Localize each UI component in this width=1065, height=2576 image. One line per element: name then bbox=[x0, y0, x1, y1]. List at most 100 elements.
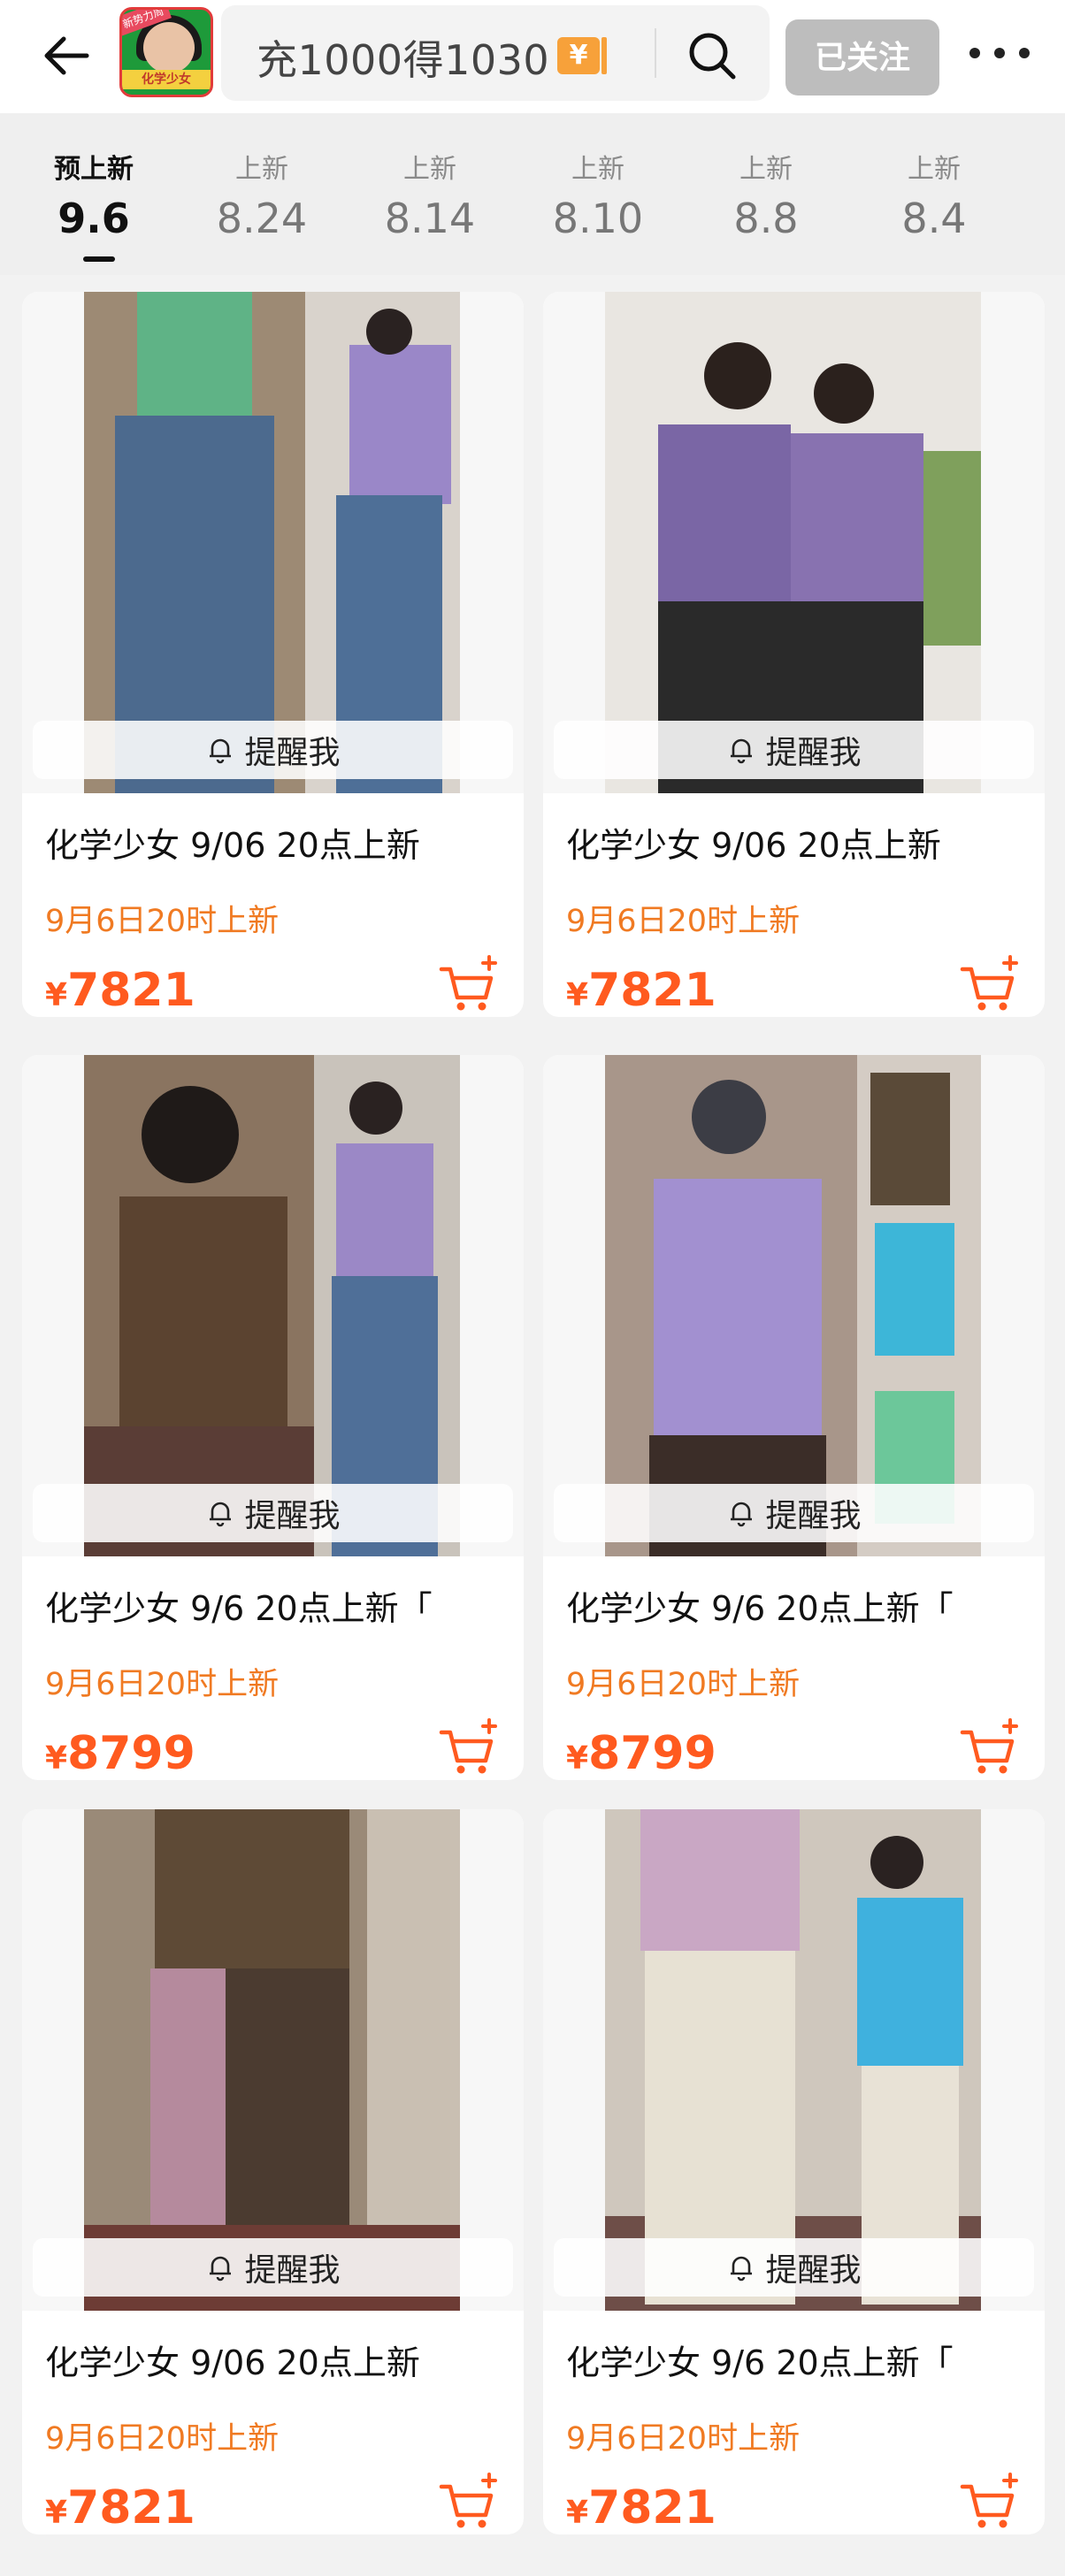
tab-date: 8.4 bbox=[901, 195, 967, 242]
currency-symbol: ¥ bbox=[566, 977, 589, 1013]
remind-me-button[interactable]: 提醒我 bbox=[554, 721, 1034, 779]
tab-8-14[interactable]: 上新 8.14 bbox=[346, 113, 514, 275]
tab-label: 上新 bbox=[235, 154, 288, 185]
shop-logo[interactable]: 新势力周 化学少女 bbox=[119, 7, 213, 97]
product-price: ¥7821 bbox=[566, 964, 716, 1017]
price-value: 8799 bbox=[67, 1727, 195, 1780]
product-title[interactable]: 化学少女 9/6 20点上新「 bbox=[45, 1581, 505, 1630]
remind-label: 提醒我 bbox=[244, 2252, 341, 2289]
product-image[interactable] bbox=[22, 292, 524, 793]
currency-symbol: ¥ bbox=[45, 1740, 68, 1777]
tab-date: 8.24 bbox=[216, 195, 308, 242]
add-to-cart-icon[interactable] bbox=[959, 2471, 1021, 2533]
product-image[interactable] bbox=[543, 1809, 1045, 2311]
currency-symbol: ¥ bbox=[45, 977, 68, 1013]
product-card[interactable]: 提醒我 化学少女 9/06 20点上新 9月6日20时上新 ¥7821 bbox=[22, 1809, 524, 2534]
tab-date: 9.6 bbox=[57, 195, 130, 242]
tab-label: 上新 bbox=[571, 154, 624, 185]
add-to-cart-icon[interactable] bbox=[438, 1716, 500, 1778]
launch-time: 9月6日20时上新 bbox=[45, 1667, 280, 1702]
add-to-cart-icon[interactable] bbox=[959, 1716, 1021, 1778]
bell-icon bbox=[210, 2256, 232, 2282]
top-bar: 新势力周 化学少女 充1000得1030 ¥ 已关注 bbox=[0, 0, 1065, 113]
product-photo bbox=[605, 1809, 981, 2311]
bell-icon bbox=[210, 738, 232, 764]
product-title[interactable]: 化学少女 9/06 20点上新 bbox=[45, 2335, 505, 2384]
product-image[interactable] bbox=[543, 1055, 1045, 1556]
search-text: 充1000得1030 bbox=[257, 36, 550, 84]
remind-me-button[interactable]: 提醒我 bbox=[33, 2238, 513, 2297]
active-tab-indicator bbox=[83, 256, 115, 262]
add-to-cart-icon[interactable] bbox=[438, 2471, 500, 2533]
product-title[interactable]: 化学少女 9/6 20点上新「 bbox=[566, 2335, 1026, 2384]
price-value: 8799 bbox=[588, 1727, 716, 1780]
remind-label: 提醒我 bbox=[244, 735, 341, 771]
back-button[interactable] bbox=[35, 27, 97, 85]
product-image[interactable] bbox=[22, 1809, 524, 2311]
tab-label: 预上新 bbox=[54, 154, 134, 185]
product-price: ¥8799 bbox=[566, 1727, 716, 1780]
more-dot-icon bbox=[1019, 48, 1030, 58]
product-image[interactable] bbox=[543, 292, 1045, 793]
search-icon[interactable] bbox=[686, 29, 739, 82]
date-tabs: 预上新 9.6 上新 8.24 上新 8.14 上新 8.10 上新 8.8 上… bbox=[0, 113, 1065, 275]
add-to-cart-icon[interactable] bbox=[959, 953, 1021, 1015]
product-title[interactable]: 化学少女 9/6 20点上新「 bbox=[566, 1581, 1026, 1630]
product-photo bbox=[605, 292, 981, 793]
launch-time: 9月6日20时上新 bbox=[45, 2421, 280, 2457]
tab-date: 8.14 bbox=[384, 195, 476, 242]
bell-icon bbox=[210, 1502, 232, 1527]
remind-me-button[interactable]: 提醒我 bbox=[554, 1484, 1034, 1542]
currency-symbol: ¥ bbox=[566, 1740, 589, 1777]
more-button[interactable] bbox=[964, 35, 1035, 71]
price-value: 7821 bbox=[67, 2481, 195, 2534]
launch-time: 9月6日20时上新 bbox=[45, 904, 280, 939]
currency-symbol: ¥ bbox=[566, 2495, 589, 2531]
product-card[interactable]: 提醒我 化学少女 9/6 20点上新「 9月6日20时上新 ¥8799 bbox=[22, 1055, 524, 1780]
more-dot-icon bbox=[969, 48, 980, 58]
product-card[interactable]: 提醒我 化学少女 9/06 20点上新 9月6日20时上新 ¥7821 bbox=[22, 292, 524, 1017]
price-value: 7821 bbox=[588, 2481, 716, 2534]
product-title[interactable]: 化学少女 9/06 20点上新 bbox=[566, 818, 1026, 867]
bell-icon bbox=[731, 1502, 753, 1527]
tab-label: 上新 bbox=[739, 154, 793, 185]
product-image[interactable] bbox=[22, 1055, 524, 1556]
launch-time: 9月6日20时上新 bbox=[566, 2421, 801, 2457]
bell-icon bbox=[731, 738, 753, 764]
product-photo bbox=[84, 292, 460, 793]
follow-button[interactable]: 已关注 bbox=[785, 19, 939, 96]
remind-me-button[interactable]: 提醒我 bbox=[33, 1484, 513, 1542]
tab-8-10[interactable]: 上新 8.10 bbox=[514, 113, 682, 275]
product-title[interactable]: 化学少女 9/06 20点上新 bbox=[45, 818, 505, 867]
product-card[interactable]: 提醒我 化学少女 9/06 20点上新 9月6日20时上新 ¥7821 bbox=[543, 292, 1045, 1017]
remind-label: 提醒我 bbox=[765, 1498, 862, 1534]
add-to-cart-icon[interactable] bbox=[438, 953, 500, 1015]
bell-icon bbox=[731, 2256, 753, 2282]
price-value: 7821 bbox=[67, 964, 195, 1017]
launch-time: 9月6日20时上新 bbox=[566, 904, 801, 939]
tab-8-8[interactable]: 上新 8.8 bbox=[682, 113, 850, 275]
yen-badge-icon: ¥ bbox=[557, 37, 607, 74]
remind-label: 提醒我 bbox=[244, 1498, 341, 1534]
product-price: ¥7821 bbox=[45, 964, 195, 1017]
tab-label: 上新 bbox=[403, 154, 456, 185]
product-card[interactable]: 提醒我 化学少女 9/6 20点上新「 9月6日20时上新 ¥7821 bbox=[543, 1809, 1045, 2534]
product-price: ¥7821 bbox=[566, 2481, 716, 2534]
arrow-left-icon bbox=[44, 36, 89, 75]
product-photo bbox=[605, 1055, 981, 1556]
search-box[interactable]: 充1000得1030 ¥ bbox=[221, 5, 770, 101]
tab-label: 上新 bbox=[908, 154, 961, 185]
price-value: 7821 bbox=[588, 964, 716, 1017]
tab-8-24[interactable]: 上新 8.24 bbox=[178, 113, 346, 275]
currency-symbol: ¥ bbox=[45, 2495, 68, 2531]
remind-me-button[interactable]: 提醒我 bbox=[33, 721, 513, 779]
logo-tag: 化学少女 bbox=[122, 70, 211, 89]
search-divider bbox=[655, 28, 656, 78]
tab-8-4[interactable]: 上新 8.4 bbox=[850, 113, 1018, 275]
remind-label: 提醒我 bbox=[765, 735, 862, 771]
remind-me-button[interactable]: 提醒我 bbox=[554, 2238, 1034, 2297]
product-card[interactable]: 提醒我 化学少女 9/6 20点上新「 9月6日20时上新 ¥8799 bbox=[543, 1055, 1045, 1780]
product-price: ¥8799 bbox=[45, 1727, 195, 1780]
tab-9-6[interactable]: 预上新 9.6 bbox=[10, 113, 178, 275]
tab-date: 8.8 bbox=[733, 195, 799, 242]
